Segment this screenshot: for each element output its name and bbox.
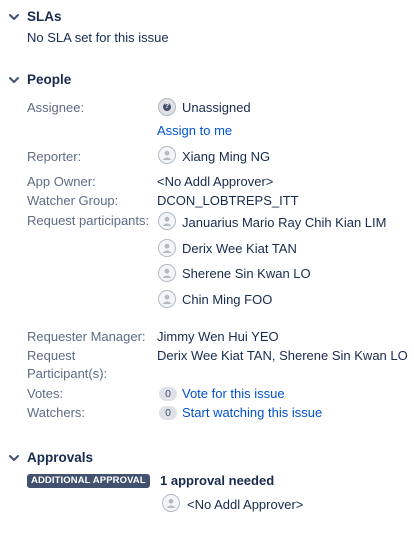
sla-collapse-chevron-icon[interactable]	[7, 10, 21, 24]
start-watching-link[interactable]: Start watching this issue	[182, 405, 322, 420]
watchers-label: Watchers:	[27, 405, 86, 420]
people-section-title[interactable]: People	[27, 72, 71, 87]
approval-status: 1 approval needed	[160, 473, 275, 488]
assignee-label: Assignee:	[27, 100, 85, 115]
approvals-collapse-chevron-icon[interactable]	[7, 451, 21, 465]
sla-section-title[interactable]: SLAs	[27, 9, 62, 24]
reporter-label: Reporter:	[27, 149, 82, 164]
app-owner-value: <No Addl Approver>	[157, 174, 274, 189]
participant-name[interactable]: Chin Ming FOO	[182, 292, 272, 307]
watchers-count-badge: 0	[159, 406, 177, 420]
participant-name[interactable]: Januarius Mario Ray Chih Kian LIM	[182, 215, 386, 230]
participant-avatar-icon	[158, 239, 176, 257]
people-collapse-chevron-icon[interactable]	[7, 73, 21, 87]
requester-manager-value: Jimmy Wen Hui YEO	[157, 329, 279, 344]
watcher-group-label: Watcher Group:	[27, 193, 119, 208]
watcher-group-value: DCON_LOBTREPS_ITT	[157, 193, 299, 208]
assign-to-me-link[interactable]: Assign to me	[157, 123, 232, 138]
participant-name[interactable]: Derix Wee Kiat TAN	[182, 241, 297, 256]
participant-avatar-icon	[158, 290, 176, 308]
votes-count-badge: 0	[159, 387, 177, 401]
reporter-value[interactable]: Xiang Ming NG	[182, 149, 270, 164]
approval-type-lozenge: ADDITIONAL APPROVAL	[27, 474, 150, 488]
participant-avatar-icon	[158, 264, 176, 282]
votes-label: Votes:	[27, 386, 64, 401]
request-participant-s-label-cont: Participant(s):	[27, 366, 108, 381]
reporter-avatar-icon	[158, 146, 176, 164]
participant-name[interactable]: Sherene Sin Kwan LO	[182, 266, 311, 281]
app-owner-label: App Owner:	[27, 174, 96, 189]
request-participant-s-value: Derix Wee Kiat TAN, Sherene Sin Kwan LO	[157, 348, 408, 363]
sla-empty-message: No SLA set for this issue	[27, 30, 169, 45]
unassigned-avatar-icon: ?	[158, 98, 176, 116]
approver-name: <No Addl Approver>	[187, 497, 304, 512]
vote-for-issue-link[interactable]: Vote for this issue	[182, 386, 285, 401]
request-participant-s-label: Request	[27, 348, 76, 363]
approvals-section-title[interactable]: Approvals	[27, 450, 93, 465]
assignee-value: Unassigned	[182, 100, 251, 115]
approver-avatar-icon	[162, 494, 180, 512]
participant-avatar-icon	[158, 212, 176, 230]
requester-manager-label: Requester Manager:	[27, 329, 146, 344]
request-participants-label: Request participants:	[27, 213, 150, 228]
